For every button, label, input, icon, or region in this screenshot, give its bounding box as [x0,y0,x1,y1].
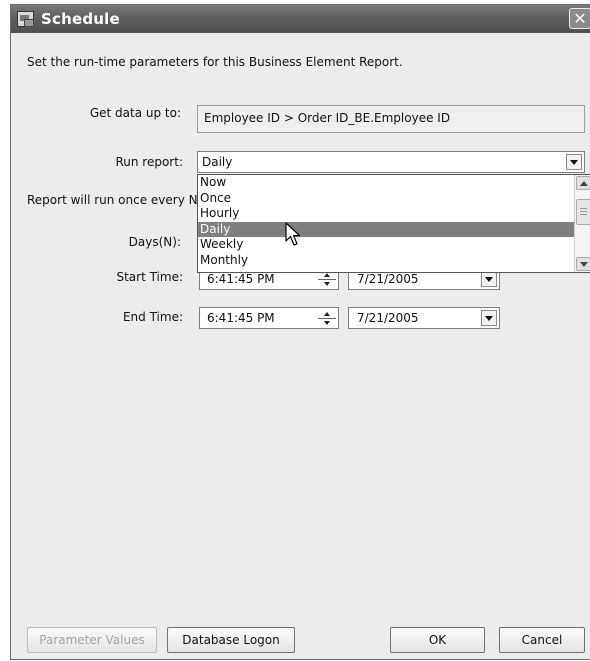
scroll-up-icon[interactable] [576,176,590,190]
start-date-value: 7/21/2005 [357,272,419,286]
cancel-button[interactable]: Cancel [499,627,585,653]
days-label: Days(N): [128,235,181,249]
end-time-field[interactable]: 6:41:45 PM [199,307,339,329]
scroll-thumb[interactable] [576,199,590,225]
option-hourly[interactable]: Hourly [198,206,590,222]
schedule-window-icon [17,11,34,27]
end-time-value: 6:41:45 PM [207,311,275,325]
start-time-value: 6:41:45 PM [207,272,275,286]
run-report-dropdown[interactable]: Daily [197,151,585,173]
end-time-spinner[interactable] [318,310,336,327]
spin-up-icon[interactable] [318,310,336,318]
ok-button[interactable]: OK [390,627,485,653]
run-once-every-label: Report will run once every N [27,193,197,207]
option-now[interactable]: Now [198,175,590,191]
start-time-spinner[interactable] [318,271,336,288]
scroll-down-icon[interactable] [576,257,590,271]
end-time-label: End Time: [122,310,183,324]
run-report-label: Run report: [115,155,183,169]
parameter-values-button[interactable]: Parameter Values [27,627,157,653]
end-date-value: 7/21/2005 [357,311,419,325]
intro-text: Set the run-time parameters for this Bus… [27,55,403,69]
window-title: Schedule [41,10,120,28]
title-bar[interactable]: Schedule ✕ [11,5,590,33]
chevron-down-icon[interactable] [566,154,582,170]
chevron-down-icon[interactable] [481,271,497,287]
run-report-options-list[interactable]: Now Once Hourly Daily Weekly Monthly [197,174,590,273]
option-monthly[interactable]: Monthly [198,253,590,269]
close-button[interactable]: ✕ [569,8,590,29]
chevron-down-icon[interactable] [481,310,497,326]
option-weekly[interactable]: Weekly [198,237,590,253]
mouse-pointer-icon [285,222,301,246]
schedule-dialog: Schedule ✕ Set the run-time parameters f… [10,4,590,660]
option-daily[interactable]: Daily [198,221,590,237]
start-time-label: Start Time: [116,270,183,284]
get-data-field: Employee ID > Order ID_BE.Employee ID [197,105,585,133]
option-once[interactable]: Once [198,191,590,207]
end-date-field[interactable]: 7/21/2005 [348,307,500,329]
run-report-value: Daily [202,155,233,169]
spin-down-icon[interactable] [318,318,336,327]
get-data-label: Get data up to: [89,106,181,120]
database-logon-button[interactable]: Database Logon [167,627,295,653]
options-scrollbar[interactable] [574,175,590,272]
spin-down-icon[interactable] [318,279,336,288]
